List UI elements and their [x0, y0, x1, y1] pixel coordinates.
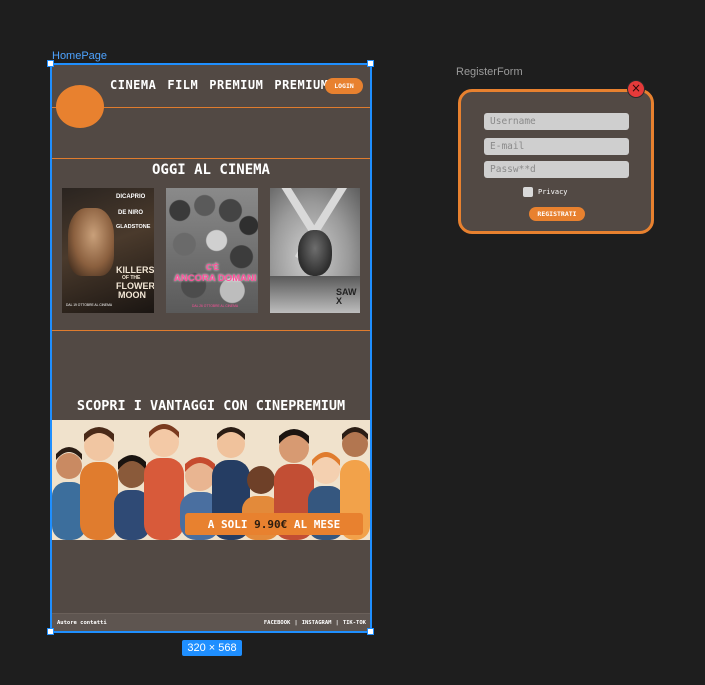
- nav-link-film[interactable]: FILM: [167, 78, 198, 92]
- poster-killers-of-the-flower-moon[interactable]: DICAPRIO DE NIRO GLADSTONE KILLERS OF TH…: [62, 188, 154, 313]
- logo-circle[interactable]: [56, 85, 104, 128]
- privacy-checkbox-row[interactable]: Privacy: [523, 187, 568, 197]
- footer-separator: |: [335, 620, 339, 626]
- email-input[interactable]: [484, 138, 629, 155]
- resize-handle-top-right[interactable]: [367, 60, 374, 67]
- poster-saw-x[interactable]: SAW X: [270, 188, 360, 313]
- promo-title: SCOPRI I VANTAGGI CON CINEPREMIUM: [76, 398, 346, 414]
- poster-crowd-image: [166, 188, 258, 313]
- nav-links: CINEMA FILM PREMIUM PREMIUM: [110, 78, 328, 92]
- homepage-frame-label[interactable]: HomePage: [52, 50, 107, 62]
- poster-title: SAW X: [336, 287, 357, 306]
- login-button[interactable]: LOGIN: [325, 78, 363, 94]
- footer-link-instagram[interactable]: INSTAGRAM: [302, 620, 332, 626]
- frame-size-badge: 320 × 568: [182, 640, 242, 656]
- privacy-checkbox[interactable]: [523, 187, 533, 197]
- section-divider: [51, 158, 371, 159]
- resize-handle-bottom-left[interactable]: [47, 628, 54, 635]
- poster-title: MOON: [118, 290, 146, 300]
- registerform-frame-label[interactable]: RegisterForm: [456, 66, 523, 78]
- poster-title: KILLERS: [116, 265, 154, 275]
- today-title: OGGI AL CINEMA: [151, 162, 270, 178]
- resize-handle-top-left[interactable]: [47, 60, 54, 67]
- price-value: 9.90€: [254, 517, 288, 531]
- homepage-frame[interactable]: CINEMA FILM PREMIUM PREMIUM LOGIN OGGI A…: [51, 64, 371, 632]
- footer-link-facebook[interactable]: FACEBOOK: [264, 620, 291, 626]
- price-suffix: AL MESE: [287, 517, 341, 531]
- poster-title: ANCORA DOMANI: [174, 273, 257, 284]
- nav-link-cinema[interactable]: CINEMA: [110, 78, 156, 92]
- nav-link-premium-2[interactable]: PREMIUM: [274, 78, 328, 92]
- poster-face-image: [68, 208, 114, 276]
- poster-ce-ancora-domani[interactable]: C'È ANCORA DOMANI DAL 26 OTTOBRE AL CINE…: [166, 188, 258, 313]
- poster-credit: DICAPRIO: [116, 194, 146, 200]
- nav-link-premium[interactable]: PREMIUM: [209, 78, 263, 92]
- poster-credit: GLADSTONE: [116, 224, 151, 230]
- close-icon[interactable]: ×: [627, 80, 645, 98]
- price-prefix: A SOLI: [207, 517, 255, 531]
- poster-face-image: [298, 230, 332, 276]
- register-button[interactable]: REGISTRATI: [529, 207, 585, 221]
- username-input[interactable]: [484, 113, 629, 130]
- poster-credit: DE NIRO: [118, 210, 144, 216]
- poster-release: DAL 19 OTTOBRE AL CINEMA: [66, 303, 113, 307]
- footer-author-contacts[interactable]: Autore contatti: [57, 620, 107, 626]
- resize-handle-bottom-right[interactable]: [367, 628, 374, 635]
- price-badge[interactable]: A SOLI 9.90€ AL MESE: [185, 513, 363, 535]
- footer-social-links: FACEBOOK | INSTAGRAM | TIK-TOK: [264, 620, 366, 626]
- section-divider: [51, 330, 371, 331]
- footer-link-tiktok[interactable]: TIK-TOK: [343, 620, 366, 626]
- password-input[interactable]: [484, 161, 629, 178]
- poster-release: DAL 26 OTTOBRE AL CINEMA: [192, 304, 239, 308]
- footer: Autore contatti FACEBOOK | INSTAGRAM | T…: [51, 613, 371, 632]
- poster-title: C'È: [206, 263, 220, 272]
- footer-separator: |: [294, 620, 298, 626]
- privacy-label: Privacy: [538, 188, 568, 196]
